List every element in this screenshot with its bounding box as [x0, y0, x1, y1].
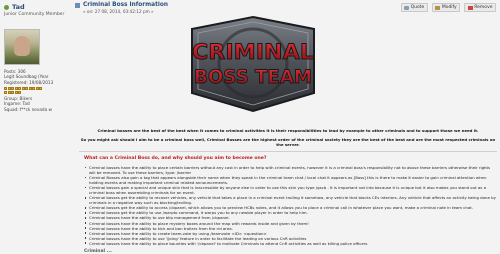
intro-paragraph-2: So you might ask should I aim to be a cr… — [80, 137, 496, 147]
quote-icon — [404, 5, 410, 10]
reputation-bar — [4, 87, 44, 94]
remove-button[interactable]: Remove — [464, 3, 496, 12]
post-body: Criminal bosses are the best of the best… — [79, 128, 497, 147]
forum-post: Tad Junior Community Member Posts: 306 L… — [0, 0, 500, 254]
author-rank: Junior Community Member — [4, 12, 65, 17]
list-item: Criminal bosses have the ability to plac… — [84, 165, 496, 175]
remove-label: Remove — [474, 5, 493, 10]
reputation-pip-icon — [39, 87, 42, 91]
author-panel: Tad Junior Community Member Posts: 306 L… — [0, 0, 75, 254]
author-name[interactable]: Tad — [12, 3, 25, 11]
post-actions: Quote Modify Remove — [400, 3, 496, 12]
avatar[interactable] — [4, 29, 40, 65]
section-heading: What can a Criminal Boss do, and why sho… — [84, 156, 267, 161]
feature-list: Criminal bosses have the ability to plac… — [84, 165, 496, 246]
modify-label: Modify — [441, 5, 457, 10]
online-status-icon — [4, 4, 9, 10]
post-date: « on: 27 08, 2014, 03:42:12 pm » — [83, 9, 154, 14]
logo-line-2: BOSS TEAM — [194, 66, 312, 88]
quote-label: Quote — [410, 5, 425, 10]
logo-line-1: CRIMINAL — [192, 40, 314, 64]
author-meta: Posts: 306 Legit Soundbag (Year Register… — [4, 69, 71, 112]
remove-icon — [467, 5, 473, 10]
list-item: Criminal bosses get the ability to recov… — [84, 195, 496, 205]
modify-button[interactable]: Modify — [431, 3, 461, 12]
criminal-boss-team-logo: CRIMINAL BOSS TEAM — [191, 15, 315, 113]
list-item: Criminal bosses gain a special and uniqu… — [84, 185, 496, 195]
post-title[interactable]: Criminal Boss Information — [83, 2, 168, 8]
modify-icon — [435, 5, 441, 10]
list-item: Criminal Bosses also gain a tag that app… — [84, 175, 496, 185]
intro-paragraph-1: Criminal bosses are the best of the best… — [97, 128, 479, 133]
author-registered: Registered: 19/08/2013 — [4, 79, 54, 85]
reputation-pip-icon — [18, 90, 21, 94]
author-squad: Squad: f**ck nevada w — [4, 106, 52, 112]
list-item: Criminal bosses have the ability to plac… — [84, 241, 496, 246]
next-section-heading: Criminal ... — [84, 249, 112, 254]
author-name-row: Tad — [4, 3, 71, 11]
quote-button[interactable]: Quote — [400, 3, 428, 12]
post-icon — [75, 3, 80, 8]
divider — [79, 151, 497, 152]
